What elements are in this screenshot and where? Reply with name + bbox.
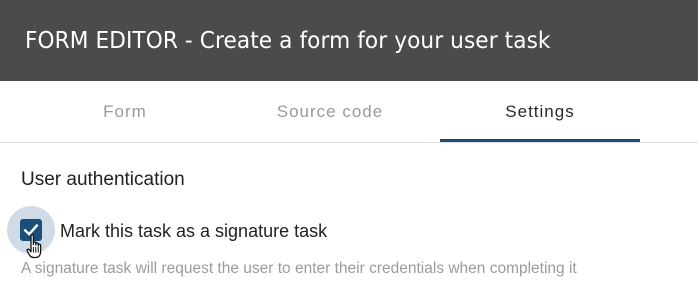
dialog-title: FORM EDITOR - Create a form for your use…	[25, 27, 551, 54]
section-title-user-authentication: User authentication	[21, 169, 185, 190]
tab-settings[interactable]: Settings	[440, 81, 640, 142]
hand-pointer-icon	[26, 234, 42, 259]
active-tab-indicator	[440, 139, 640, 142]
signature-task-helper-text: A signature task will request the user t…	[21, 260, 577, 277]
tab-source-code[interactable]: Source code	[240, 81, 420, 142]
tab-form[interactable]: Form	[40, 81, 210, 142]
tab-bar: Form Source code Settings	[0, 81, 698, 143]
dialog-header: FORM EDITOR - Create a form for your use…	[0, 0, 698, 81]
form-editor-dialog: FORM EDITOR - Create a form for your use…	[0, 0, 698, 307]
signature-task-checkbox-label[interactable]: Mark this task as a signature task	[60, 221, 327, 242]
